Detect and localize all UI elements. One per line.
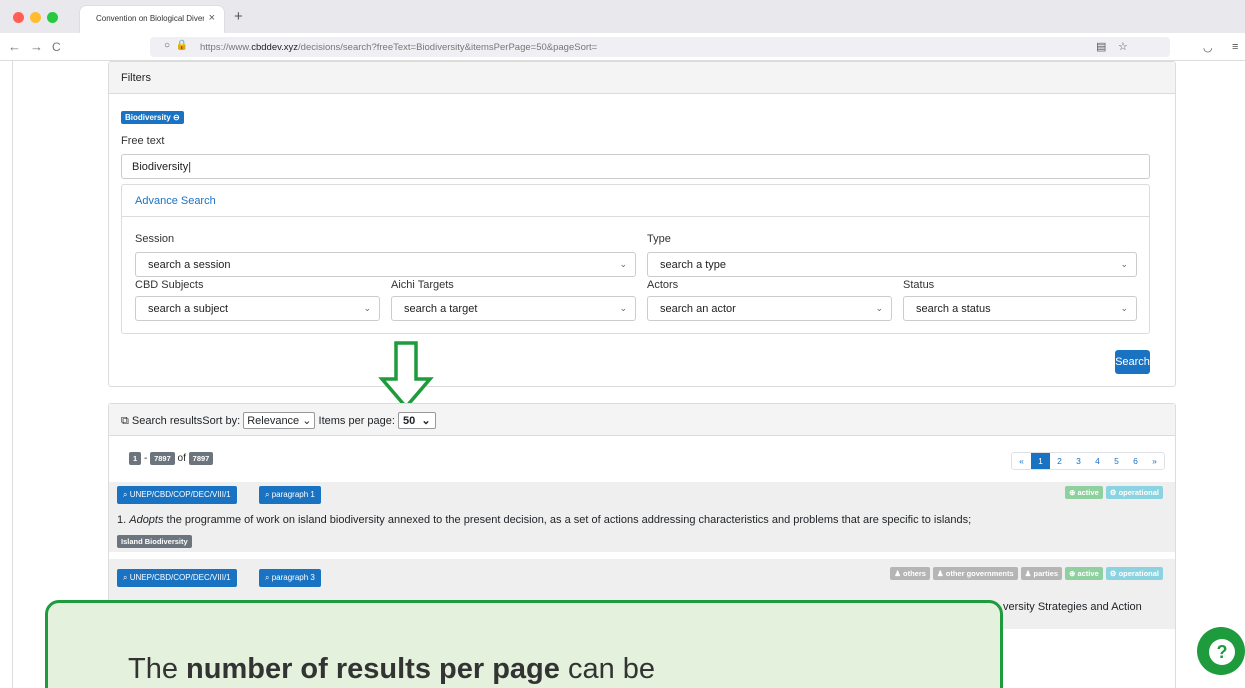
chevron-down-icon: ⌄ — [619, 259, 627, 269]
page-content: Filters Biodiversity ⊖ Free text Biodive… — [12, 61, 1245, 688]
subject-tag[interactable]: Island Biodiversity — [117, 535, 192, 548]
advance-search-link[interactable]: Advance Search — [135, 195, 216, 207]
status-badges: ♟ others ♟ other governments ♟ parties ⊕ ac… — [887, 567, 1163, 580]
status-badge: ⊕ active — [1065, 486, 1103, 499]
sort-label: Sort by: — [202, 415, 241, 427]
paragraph-link[interactable]: ⌕ paragraph 1 — [259, 486, 321, 504]
status-badge: ⊕ active — [1065, 567, 1103, 580]
browser-tab[interactable]: Convention on Biological Diversi × — [80, 6, 224, 33]
actor-badge: ♟ parties — [1020, 567, 1063, 580]
filters-header: Filters — [109, 62, 1175, 94]
chevron-down-icon: ⌄ — [1120, 303, 1128, 313]
menu-icon[interactable]: ≡ — [1232, 41, 1238, 53]
free-text-label: Free text — [121, 135, 165, 147]
results-header: ⧉ Search resultsSort by: Relevance ⌄ Ite… — [109, 404, 1175, 436]
tab-close-icon[interactable]: × — [209, 12, 215, 24]
page-prev[interactable]: « — [1012, 453, 1031, 469]
lock-icon: ○ 🔒 — [164, 40, 189, 51]
page-2[interactable]: 2 — [1050, 453, 1069, 469]
bookmark-star-icon[interactable]: ☆ — [1118, 40, 1128, 53]
help-icon: ? — [1209, 639, 1235, 665]
page-6[interactable]: 6 — [1126, 453, 1145, 469]
reload-icon[interactable]: C — [52, 40, 61, 54]
range-end: 7897 — [150, 452, 175, 465]
status-badge: ⚙ operational — [1105, 486, 1163, 499]
status-badge: ⚙ operational — [1105, 567, 1163, 580]
result-item: ⌕ UNEP/CBD/COP/DEC/VIII/1 ⌕ paragraph 1 … — [109, 482, 1175, 552]
chevron-down-icon: ⌄ — [619, 303, 627, 313]
copy-icon: ⧉ — [121, 415, 129, 427]
tab-title: Convention on Biological Diversi — [96, 14, 204, 23]
page-next[interactable]: » — [1145, 453, 1164, 469]
subjects-select[interactable]: search a subject ⌄ — [135, 296, 380, 321]
browser-tab-bar: Convention on Biological Diversi × + — [0, 0, 1245, 33]
items-per-page-select[interactable]: 50 ⌄ — [398, 412, 436, 429]
pocket-icon[interactable]: ◡ — [1203, 41, 1213, 54]
type-select[interactable]: search a type ⌄ — [647, 252, 1137, 277]
actors-select[interactable]: search an actor ⌄ — [647, 296, 892, 321]
paragraph-link[interactable]: ⌕ paragraph 3 — [259, 569, 321, 587]
arrow-down-icon — [378, 341, 434, 410]
advance-search-header: Advance Search — [122, 185, 1149, 217]
page-4[interactable]: 4 — [1088, 453, 1107, 469]
page-5[interactable]: 5 — [1107, 453, 1126, 469]
minimize-window-button[interactable] — [30, 12, 41, 23]
close-window-button[interactable] — [13, 12, 24, 23]
advance-search-panel: Advance Search Session search a session ⌄… — [121, 184, 1150, 334]
help-button[interactable]: ? — [1197, 627, 1245, 675]
chevron-down-icon: ⌄ — [1120, 259, 1128, 269]
address-bar[interactable]: ○ 🔒 https://www.cbddev.xyz/decisions/sea… — [150, 37, 1170, 57]
type-label: Type — [647, 233, 671, 245]
status-label: Status — [903, 279, 935, 291]
session-label: Session — [135, 233, 175, 245]
document-link[interactable]: ⌕ UNEP/CBD/COP/DEC/VIII/1 — [117, 486, 237, 504]
items-per-page-label: Items per page: — [318, 415, 395, 427]
search-button[interactable]: Search — [1115, 350, 1150, 374]
document-link[interactable]: ⌕ UNEP/CBD/COP/DEC/VIII/1 — [117, 569, 237, 587]
pagination: « 1 2 3 4 5 6 » — [1011, 452, 1165, 470]
results-label: Search results — [131, 415, 203, 427]
page-1[interactable]: 1 — [1031, 453, 1050, 469]
forward-icon[interactable]: → — [30, 39, 43, 54]
new-tab-button[interactable]: + — [234, 8, 243, 25]
aichi-select[interactable]: search a target ⌄ — [391, 296, 636, 321]
callout-text: The number of results per page can be — [128, 653, 656, 685]
session-select[interactable]: search a session ⌄ — [135, 252, 636, 277]
chevron-down-icon: ⌄ — [363, 303, 371, 313]
active-filter-tag[interactable]: Biodiversity ⊖ — [121, 111, 184, 124]
filters-card: Filters Biodiversity ⊖ Free text Biodive… — [108, 61, 1176, 387]
actor-badge: ♟ others — [890, 567, 930, 580]
browser-nav-bar: ← → C ○ 🔒 https://www.cbddev.xyz/decisio… — [0, 33, 1245, 61]
result-text: versity Strategies and Action — [1003, 601, 1142, 613]
maximize-window-button[interactable] — [47, 12, 58, 23]
back-icon[interactable]: ← — [8, 39, 21, 54]
results-range: 1 - 7897 of 7897 — [129, 452, 214, 465]
free-text-input[interactable]: Biodiversity| — [121, 154, 1150, 179]
actor-badge: ♟ other governments — [932, 567, 1018, 580]
actors-label: Actors — [647, 279, 679, 291]
subjects-label: CBD Subjects — [135, 279, 204, 291]
sort-select[interactable]: Relevance ⌄ — [243, 412, 316, 429]
page-3[interactable]: 3 — [1069, 453, 1088, 469]
reader-view-icon[interactable]: ▤ — [1096, 40, 1106, 53]
status-select[interactable]: search a status ⌄ — [903, 296, 1137, 321]
range-total: 7897 — [188, 452, 214, 465]
chevron-down-icon: ⌄ — [875, 303, 883, 313]
result-text: 1. Adopts the programme of work on islan… — [117, 514, 972, 526]
url-text: https://www.cbddev.xyz/decisions/search?… — [200, 42, 598, 53]
status-badges: ⊕ active ⚙ operational — [1062, 486, 1163, 499]
aichi-label: Aichi Targets — [391, 279, 454, 291]
tutorial-callout: The number of results per page can be — [45, 600, 1003, 688]
range-start: 1 — [129, 452, 142, 465]
